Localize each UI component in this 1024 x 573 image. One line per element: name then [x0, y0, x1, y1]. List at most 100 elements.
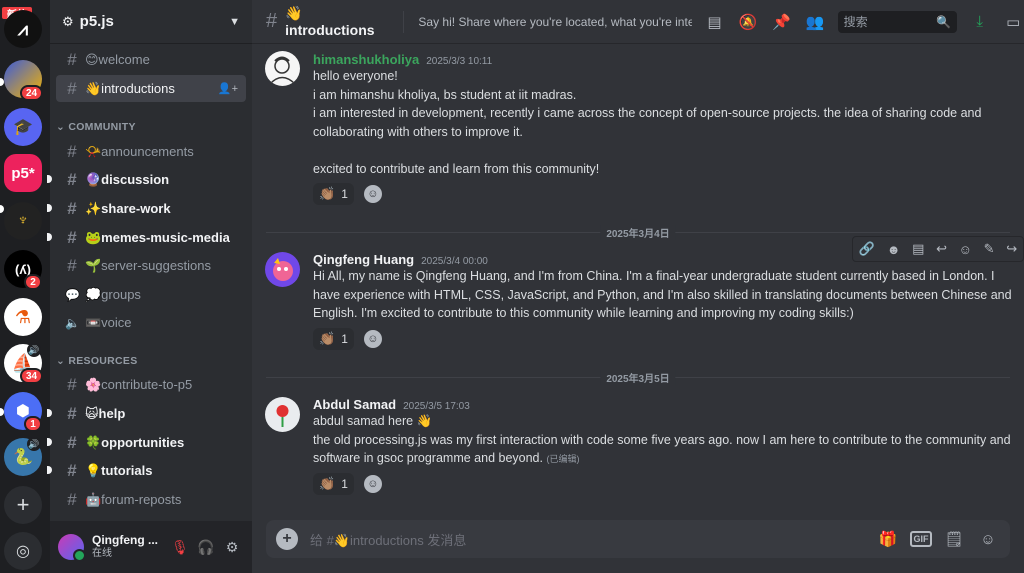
channel-label: 🔮discussion	[85, 171, 170, 187]
user-info[interactable]: Qingfeng ... 在线	[92, 534, 158, 560]
hash-icon: #	[67, 169, 77, 189]
avatar[interactable]	[265, 397, 300, 432]
gif-button[interactable]: GIF	[910, 531, 932, 547]
threads-icon[interactable]: ▤	[704, 11, 725, 33]
avatar[interactable]	[265, 252, 300, 287]
attach-plus-icon[interactable]: +	[276, 528, 298, 550]
hash-icon: #	[266, 10, 278, 32]
add-reaction-icon[interactable]: ☺	[363, 475, 382, 493]
channel-groups[interactable]: 💬 💭groups	[56, 281, 246, 308]
user-status: 在线	[92, 548, 112, 560]
channel-server-suggestions[interactable]: # 🌱server-suggestions	[56, 252, 246, 279]
user-panel: Qingfeng ... 在线 🎙 🎧 ⚙	[50, 521, 252, 573]
gift-icon[interactable]: 🎁	[876, 527, 900, 551]
server-icon-5[interactable]: ♆	[4, 202, 42, 240]
hash-icon: #	[67, 460, 77, 480]
unread-indicator	[47, 466, 52, 474]
channel-introductions[interactable]: # 👋introductions 👤+	[56, 75, 246, 102]
date-divider: 2025年3月5日	[266, 370, 1010, 385]
reaction-clap[interactable]: 👏🏽 1	[313, 328, 354, 350]
date-label: 2025年3月4日	[600, 225, 676, 240]
channel-label: 💭groups	[85, 286, 141, 302]
channel-label: 💡tutorials	[85, 462, 153, 478]
channel-sidebar: ⚙ p5.js ▼ # 😊welcome # 👋introductions 👤+…	[47, 0, 252, 573]
reaction-clap[interactable]: 👏🏽 1	[313, 473, 354, 495]
channel-label: ✨share-work	[85, 200, 171, 216]
forward-icon[interactable]: ↪	[1006, 241, 1017, 257]
channel-welcome[interactable]: # 😊welcome	[56, 46, 246, 73]
mute-bell-icon[interactable]: 🔕	[737, 11, 758, 33]
channel-label: 🤖forum-reposts	[85, 491, 182, 507]
link-icon[interactable]: 🔗	[859, 241, 875, 257]
server-header[interactable]: ⚙ p5.js ▼	[50, 0, 252, 44]
channel-header: # 👋introductions Say hi! Share where you…	[252, 0, 1024, 44]
mute-mic-icon[interactable]: 🎙	[168, 535, 192, 559]
hash-icon: #	[67, 403, 77, 423]
sticker-icon[interactable]: 🗒	[942, 527, 966, 551]
channel-discussion[interactable]: # 🔮discussion	[56, 166, 246, 193]
reaction-icon[interactable]: ☻	[887, 242, 901, 257]
reaction-emoji: 👏🏽	[319, 331, 336, 346]
channel-announcements[interactable]: # 📯announcements	[56, 138, 246, 165]
hash-icon: #	[67, 489, 77, 509]
emoji-icon[interactable]: ☺	[976, 527, 1000, 551]
channel-title: 👋introductions	[285, 5, 375, 38]
channel-topic[interactable]: Say hi! Share where you're located, what…	[418, 15, 691, 29]
edit-icon[interactable]: ✎	[984, 241, 995, 257]
channel-label: 😊welcome	[85, 51, 150, 67]
add-reaction-icon[interactable]: ☺	[363, 330, 382, 348]
message-author[interactable]: Abdul Samad	[313, 397, 396, 412]
members-icon[interactable]: 👥	[804, 11, 825, 33]
channel-tutorials[interactable]: # 💡tutorials	[56, 457, 246, 484]
graduation-cap-icon[interactable]: 🎓	[4, 108, 42, 146]
channel-label: 🌱server-suggestions	[85, 257, 212, 273]
message-input[interactable]: 给 #👋introductions 发消息	[310, 530, 466, 549]
server-badge: 24	[20, 85, 44, 101]
channel-voice[interactable]: 🔈 📼voice	[56, 309, 246, 336]
add-reaction-icon[interactable]: ☺	[363, 185, 382, 203]
category-resources[interactable]: ⌄ RESOURCES	[56, 355, 138, 367]
unread-indicator	[47, 409, 52, 417]
message-timestamp: 2025/3/5 17:03	[403, 401, 470, 412]
channel-help[interactable]: # 🙀help	[56, 400, 246, 427]
channel-share-work[interactable]: # ✨share-work	[56, 195, 246, 222]
threads-icon[interactable]: ▤	[912, 241, 924, 257]
search-input[interactable]: 搜索 🔍	[837, 10, 957, 33]
server-badge: 1	[24, 416, 42, 432]
avatar[interactable]	[58, 534, 86, 562]
add-user-icon[interactable]: 👤+	[218, 82, 238, 95]
add-reaction-icon[interactable]: ☺	[959, 242, 972, 257]
forum-icon: 💬	[65, 287, 80, 302]
channel-memes-music-media[interactable]: # 🐸memes-music-media	[56, 224, 246, 251]
avatar[interactable]	[265, 51, 300, 86]
gear-icon[interactable]: ⚙	[220, 535, 244, 559]
category-community[interactable]: ⌄ COMMUNITY	[56, 121, 136, 133]
reactions: 👏🏽 1 ☺	[313, 328, 382, 350]
download-icon[interactable]: ⤓	[969, 11, 990, 33]
message-author[interactable]: Qingfeng Huang	[313, 252, 414, 267]
message-line: the old processing.js was my first inter…	[313, 432, 1011, 466]
server-rail: 新的 ⩘ 24 🎓 p5* ♆ (ʎ) 2 ⚗ ⛵ 🔊 34 ⬢ 1 🐍 🔊 +…	[0, 0, 50, 573]
message-author[interactable]: himanshukholiya	[313, 52, 419, 67]
add-server-icon[interactable]: +	[4, 486, 42, 524]
message-content: Hi All, my name is Qingfeng Huang, and I…	[313, 267, 1018, 323]
channel-opportunities[interactable]: # 🍀opportunities	[56, 429, 246, 456]
speaker-icon: 🔊	[27, 343, 41, 357]
channel-contribute-to-p5[interactable]: # 🌸contribute-to-p5	[56, 371, 246, 398]
headphones-icon[interactable]: 🎧	[194, 535, 218, 559]
chevron-down-icon: ▼	[229, 15, 240, 28]
channel-label: 👋introductions	[85, 80, 175, 96]
p5-server-icon[interactable]: p5*	[4, 154, 42, 192]
inbox-icon[interactable]: ▭	[1002, 11, 1023, 33]
compass-icon[interactable]: ◎	[4, 532, 42, 570]
reaction-clap[interactable]: 👏🏽 1	[313, 183, 354, 205]
pin-icon[interactable]: 📌	[771, 11, 792, 33]
channel-forum-reposts[interactable]: # 🤖forum-reposts	[56, 486, 246, 513]
flask-icon[interactable]: ⚗	[4, 298, 42, 336]
reply-icon[interactable]: ↩	[936, 241, 947, 257]
channel-label: 🍀opportunities	[85, 434, 185, 450]
reactions: 👏🏽 1 ☺	[313, 183, 382, 205]
hash-icon: #	[67, 49, 77, 69]
server-icon-1[interactable]: ⩘	[4, 10, 42, 48]
message-timestamp: 2025/3/3 10:11	[426, 56, 493, 67]
